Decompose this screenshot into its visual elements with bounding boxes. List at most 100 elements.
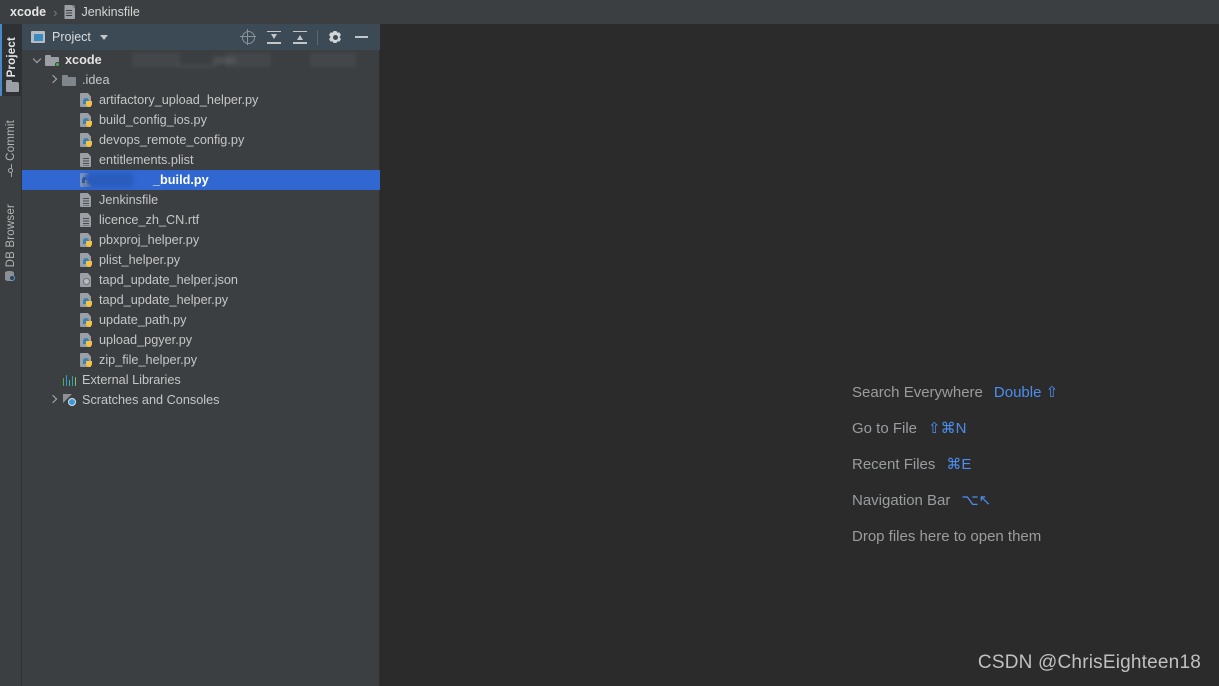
python-file-icon (78, 92, 96, 108)
tree-row-label: plist_helper.py (99, 253, 181, 267)
tree-row-label: External Libraries (82, 373, 181, 387)
chevron-right-icon[interactable] (47, 70, 61, 90)
chevron-right-icon[interactable] (47, 390, 61, 410)
python-file-icon (78, 252, 96, 268)
tree-row[interactable]: Scratches and Consoles (22, 390, 380, 410)
external-libraries-icon (61, 372, 79, 388)
breadcrumb-bar: xcode › Jenkinsfile (0, 0, 1219, 24)
tree-row-label: Scratches and Consoles (82, 393, 220, 407)
project-view-icon (31, 31, 45, 43)
tree-row-label: update_path.py (99, 313, 187, 327)
chevron-down-icon[interactable] (99, 34, 108, 40)
document-icon (64, 5, 76, 19)
scratches-icon (61, 392, 79, 408)
shortcut-hint-keys: ⌘E (946, 456, 972, 473)
tree-row[interactable]: build_config_ios.py (22, 110, 380, 130)
redacted-block (310, 53, 356, 67)
sidebar-item-db-browser[interactable]: DB Browser (0, 188, 22, 286)
sidebar-item-project[interactable]: Project (0, 24, 22, 96)
document-icon (78, 212, 96, 228)
shortcut-hint-label: Search Everywhere (852, 383, 983, 401)
editor-empty-state: Search Everywhere Double ⇧ Go to File ⇧⌘N Re… (380, 24, 1219, 686)
python-file-icon (78, 132, 96, 148)
project-panel-actions (235, 24, 374, 50)
tree-row[interactable]: External Libraries (22, 370, 380, 390)
tree-row[interactable]: _build.py (22, 170, 380, 190)
tree-row-label: tapd_update_helper.json (99, 273, 238, 287)
tree-row[interactable]: update_path.py (22, 310, 380, 330)
tree-row[interactable]: artifactory_upload_helper.py (22, 90, 380, 110)
hide-panel-icon (354, 36, 368, 38)
select-opened-file-button[interactable] (235, 24, 261, 50)
project-tool-window: Project xcode _____.json .idea artifacto… (22, 24, 380, 686)
hide-panel-button[interactable] (348, 24, 374, 50)
tree-row-label: tapd_update_helper.py (99, 293, 229, 307)
redacted-text: _____.json (177, 53, 236, 67)
shortcut-hint-keys: ⌥↖ (961, 492, 992, 509)
tree-row[interactable]: xcode _____.json (22, 50, 380, 70)
document-icon (78, 152, 96, 168)
watermark-text: CSDN @ChrisEighteen18 (977, 652, 1201, 673)
tree-row-label: upload_pgyer.py (99, 333, 193, 347)
breadcrumb-label-project: xcode (10, 5, 47, 19)
commit-icon (5, 164, 18, 177)
tree-row-label: _build.py (153, 173, 209, 187)
folder-module-icon (44, 52, 62, 68)
shortcut-hint-row: Search Everywhere Double ⇧ (852, 374, 1219, 410)
tree-row[interactable]: entitlements.plist (22, 150, 380, 170)
breadcrumb-item-project[interactable]: xcode (10, 0, 46, 24)
shortcut-hint-label: Recent Files (852, 455, 936, 473)
tree-row[interactable]: Jenkinsfile (22, 190, 380, 210)
project-view-selector[interactable]: Project (31, 30, 108, 44)
shortcut-hint-label: Drop files here to open them (852, 527, 1042, 545)
python-file-icon (78, 332, 96, 348)
tree-row[interactable]: upload_pgyer.py (22, 330, 380, 350)
python-file-icon (78, 112, 96, 128)
python-file-icon (78, 292, 96, 308)
sidebar-item-project-label: Project (6, 36, 18, 77)
breadcrumb-item-file[interactable]: Jenkinsfile (64, 0, 140, 24)
shortcut-hint-keys: Double ⇧ (993, 384, 1059, 401)
tree-row-label: licence_zh_CN.rtf (99, 213, 200, 227)
sidebar-item-commit-label: Commit (5, 120, 17, 161)
expand-all-icon (267, 30, 281, 44)
shortcut-hint-row: Drop files here to open them (852, 518, 1219, 554)
shortcut-hint-label: Navigation Bar (852, 491, 951, 509)
tree-row[interactable]: pbxproj_helper.py (22, 230, 380, 250)
tree-row[interactable]: licence_zh_CN.rtf (22, 210, 380, 230)
panel-settings-button[interactable] (322, 24, 348, 50)
shortcut-hint-row: Recent Files ⌘E (852, 446, 1219, 482)
tree-row[interactable]: tapd_update_helper.json (22, 270, 380, 290)
redacted-block (85, 173, 133, 187)
chevron-down-icon[interactable] (30, 50, 44, 70)
tree-row-label: build_config_ios.py (99, 113, 207, 127)
tree-row[interactable]: tapd_update_helper.py (22, 290, 380, 310)
tree-row[interactable]: zip_file_helper.py (22, 350, 380, 370)
project-panel-title: Project (52, 30, 91, 44)
tree-row-label: entitlements.plist (99, 153, 194, 167)
toolbar-divider (317, 29, 318, 45)
tree-row[interactable]: devops_remote_config.py (22, 130, 380, 150)
settings-gear-icon (329, 31, 342, 44)
json-file-icon (78, 272, 96, 288)
select-opened-file-icon (239, 28, 256, 45)
python-file-icon (78, 232, 96, 248)
expand-all-button[interactable] (261, 24, 287, 50)
folder-icon (61, 72, 79, 88)
sidebar-item-commit[interactable]: Commit (0, 104, 22, 180)
tree-row-label: xcode (65, 53, 102, 67)
project-file-tree[interactable]: xcode _____.json .idea artifactory_upload_h… (22, 50, 380, 686)
tree-row[interactable]: .idea (22, 70, 380, 90)
collapse-all-button[interactable] (287, 24, 313, 50)
tree-row[interactable]: plist_helper.py (22, 250, 380, 270)
